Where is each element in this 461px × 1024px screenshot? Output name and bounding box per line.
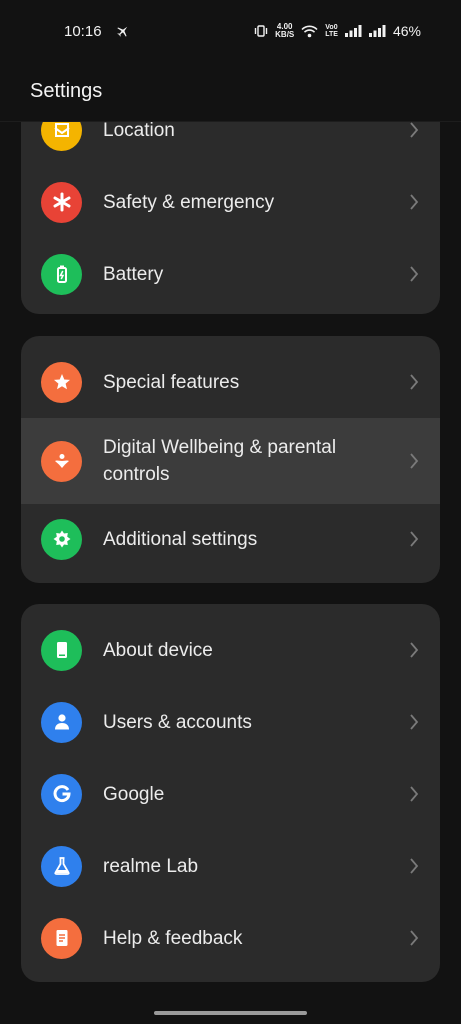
- chevron-right-icon: [410, 266, 419, 282]
- settings-item-google[interactable]: Google: [21, 758, 440, 830]
- settings-item-label: Google: [103, 783, 165, 805]
- star-icon: [41, 361, 82, 403]
- settings-item-label: Location: [103, 122, 175, 141]
- settings-group-features: Special features Digital Wellbeing & par…: [21, 336, 440, 583]
- settings-item-safety-emergency[interactable]: Safety & emergency: [21, 166, 440, 238]
- settings-group-system: Location Safety & emergency Battery: [21, 122, 440, 314]
- airplane-mode-icon: [116, 26, 127, 37]
- settings-item-additional-settings[interactable]: Additional settings: [21, 503, 440, 575]
- chevron-right-icon: [410, 531, 419, 547]
- chevron-right-icon: [410, 858, 419, 874]
- chevron-right-icon: [410, 930, 419, 946]
- settings-item-label: Help & feedback: [103, 927, 243, 949]
- chevron-right-icon: [410, 714, 419, 730]
- chevron-right-icon: [410, 122, 419, 138]
- signal-icon-2: [368, 25, 386, 37]
- app-bar: Settings: [0, 62, 461, 122]
- chevron-right-icon: [410, 453, 419, 469]
- settings-item-help-feedback[interactable]: Help & feedback: [21, 902, 440, 974]
- settings-list[interactable]: Location Safety & emergency Battery Spec…: [0, 122, 461, 1002]
- wifi-icon: [301, 25, 318, 37]
- phone-icon: [41, 629, 82, 671]
- settings-item-location[interactable]: Location: [21, 122, 440, 166]
- status-bar: 10:16 4.00 KB/S Vo0 LTE 46%: [0, 0, 461, 62]
- battery-percentage: 46%: [392, 23, 421, 39]
- gear-icon: [41, 518, 82, 560]
- settings-item-special-features[interactable]: Special features: [21, 346, 440, 418]
- settings-item-label: Additional settings: [103, 528, 258, 550]
- settings-item-label: Battery: [103, 263, 164, 285]
- volte-indicator: Vo0 LTE: [325, 24, 338, 38]
- chevron-right-icon: [410, 642, 419, 658]
- clock: 10:16: [64, 22, 102, 40]
- person-icon: [41, 701, 82, 743]
- settings-item-label: Safety & emergency: [103, 191, 275, 213]
- settings-item-users-accounts[interactable]: Users & accounts: [21, 686, 440, 758]
- settings-item-digital-wellbeing[interactable]: Digital Wellbeing & parental controls: [21, 418, 440, 504]
- chevron-right-icon: [410, 374, 419, 390]
- document-icon: [41, 917, 82, 959]
- signal-icon: [344, 25, 362, 37]
- settings-item-label: Digital Wellbeing & parental controls: [103, 437, 337, 485]
- settings-item-battery[interactable]: Battery: [21, 238, 440, 310]
- chevron-right-icon: [410, 194, 419, 210]
- settings-item-label: About device: [103, 639, 213, 661]
- google-icon: [41, 773, 82, 815]
- vibrate-icon: [254, 25, 268, 37]
- flask-icon: [41, 845, 82, 887]
- settings-item-realme-lab[interactable]: realme Lab: [21, 830, 440, 902]
- settings-item-label: realme Lab: [103, 855, 199, 877]
- settings-group-device: About device Users & accounts Google rea…: [21, 604, 440, 982]
- asterisk-icon: [41, 181, 82, 223]
- settings-item-label: Special features: [103, 371, 240, 393]
- network-speed: 4.00 KB/S: [275, 22, 295, 39]
- settings-item-label: Users & accounts: [103, 711, 252, 733]
- settings-item-about-device[interactable]: About device: [21, 614, 440, 686]
- location-icon: [41, 122, 82, 151]
- battery-icon: [41, 253, 82, 295]
- gesture-navigation-handle[interactable]: [154, 1011, 307, 1015]
- page-title: Settings: [30, 80, 103, 102]
- wellbeing-icon: [41, 440, 82, 482]
- chevron-right-icon: [410, 786, 419, 802]
